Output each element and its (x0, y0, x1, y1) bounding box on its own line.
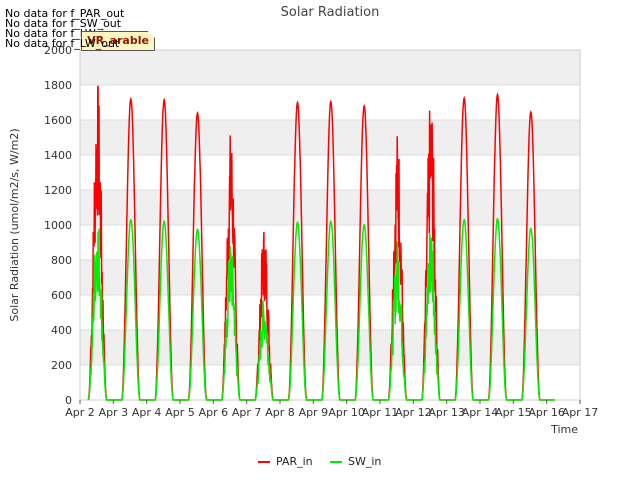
x-tick-label: Apr 14 (462, 406, 499, 419)
y-tick-label: 1400 (44, 149, 72, 162)
x-tick-label: Apr 8 (265, 406, 295, 419)
x-tick-label: Apr 10 (328, 406, 365, 419)
legend-label: SW_in (348, 455, 381, 468)
grid-band (80, 260, 580, 295)
chart-title: Solar Radiation (281, 5, 380, 20)
grid-band (80, 50, 580, 85)
y-tick-label: 200 (51, 359, 72, 372)
x-tick-label: Apr 5 (165, 406, 195, 419)
x-tick-label: Apr 12 (395, 406, 432, 419)
x-tick-label: Apr 6 (199, 406, 229, 419)
grid-band (80, 120, 580, 155)
grid-band (80, 190, 580, 225)
x-tick-label: Apr 13 (428, 406, 465, 419)
legend-label: PAR_in (276, 455, 313, 468)
y-tick-label: 1800 (44, 79, 72, 92)
y-tick-label: 400 (51, 324, 72, 337)
x-tick-label: Apr 11 (362, 406, 399, 419)
x-tick-label: Apr 9 (299, 406, 329, 419)
x-tick-label: Apr 7 (232, 406, 262, 419)
nodata-message: No data for f_LW_out (5, 37, 120, 50)
y-tick-label: 800 (51, 254, 72, 267)
x-tick-label: Apr 4 (132, 406, 162, 419)
y-tick-label: 1200 (44, 184, 72, 197)
x-tick-label: Apr 17 (562, 406, 599, 419)
x-tick-label: Apr 2 (65, 406, 95, 419)
y-tick-label: 1600 (44, 114, 72, 127)
chart-canvas: 0200400600800100012001400160018002000Apr… (8, 5, 599, 468)
x-axis-label: Time (550, 423, 578, 436)
x-tick-label: Apr 15 (495, 406, 532, 419)
y-tick-label: 1000 (44, 219, 72, 232)
y-tick-label: 600 (51, 289, 72, 302)
y-axis-label: Solar Radiation (umol/m2/s, W/m2) (8, 128, 21, 321)
x-tick-label: Apr 16 (528, 406, 565, 419)
x-tick-label: Apr 3 (99, 406, 129, 419)
